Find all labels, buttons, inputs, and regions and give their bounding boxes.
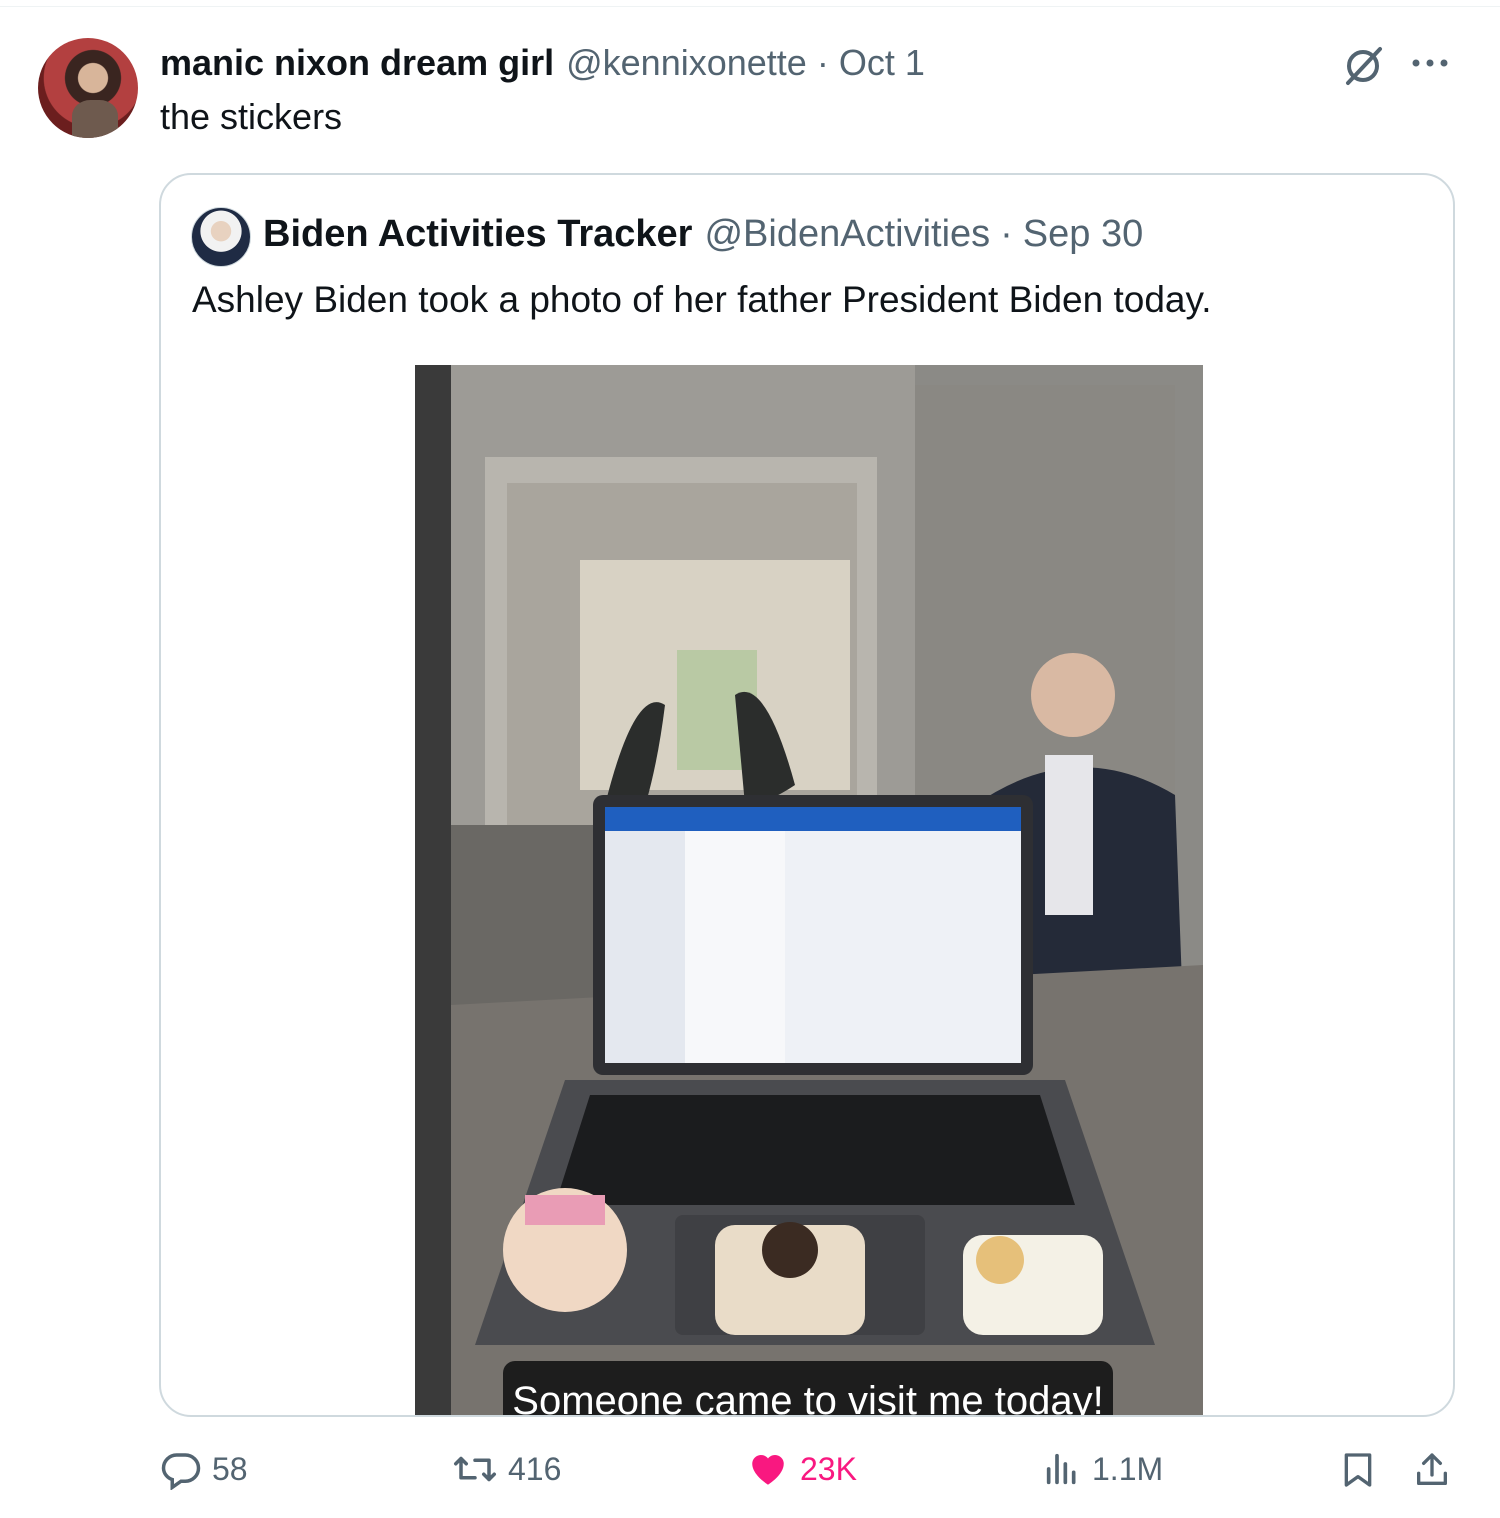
quoted-author-name[interactable]: Biden Activities Tracker <box>263 213 692 256</box>
quoted-separator-dot: · <box>1000 213 1013 255</box>
tweet-actions: 58 416 23K 1.1M <box>0 1440 1500 1510</box>
tweet-header: manic nixon dream girl @kennixonette · O… <box>160 42 925 86</box>
author-name[interactable]: manic nixon dream girl <box>160 42 554 84</box>
quoted-author-avatar[interactable] <box>191 207 251 267</box>
repost-button[interactable]: 416 <box>452 1448 561 1490</box>
quoted-tweet-header: Biden Activities Tracker @BidenActivitie… <box>263 213 1143 256</box>
repost-count: 416 <box>508 1450 562 1487</box>
author-handle[interactable]: @kennixonette <box>566 42 807 84</box>
author-avatar[interactable] <box>38 38 138 138</box>
quoted-tweet-photo[interactable]: Someone came to visit me today! <box>415 365 1203 1415</box>
tweet-text: the stickers <box>160 96 343 137</box>
quoted-tweet-text: Ashley Biden took a photo of her father … <box>192 279 1212 320</box>
photo-illustration <box>415 365 1203 1415</box>
share-icon <box>1417 1453 1447 1485</box>
like-icon <box>752 1455 784 1485</box>
photo-caption: Someone came to visit me today! <box>503 1361 1113 1415</box>
repost-icon <box>454 1456 496 1482</box>
quoted-tweet-date[interactable]: Sep 30 <box>1023 213 1143 256</box>
views-icon <box>1046 1453 1076 1485</box>
top-divider <box>0 6 1500 7</box>
more-icon[interactable] <box>1408 48 1452 78</box>
reply-icon <box>161 1453 201 1490</box>
like-count: 23K <box>800 1450 857 1487</box>
tweet-date[interactable]: Oct 1 <box>839 42 925 84</box>
grok-icon[interactable] <box>1340 46 1386 86</box>
share-button[interactable] <box>1412 1448 1452 1492</box>
views-count: 1.1M <box>1092 1450 1164 1487</box>
like-button[interactable]: 23K <box>746 1448 857 1490</box>
bookmark-icon <box>1344 1453 1372 1487</box>
reply-count: 58 <box>212 1450 248 1487</box>
views-button[interactable]: 1.1M <box>1042 1448 1163 1490</box>
quoted-author-handle[interactable]: @BidenActivities <box>704 213 990 256</box>
quoted-tweet[interactable]: Biden Activities Tracker @BidenActivitie… <box>159 173 1455 1417</box>
reply-button[interactable]: 58 <box>160 1448 248 1490</box>
separator-dot: · <box>816 42 829 83</box>
bookmark-button[interactable] <box>1338 1448 1378 1492</box>
